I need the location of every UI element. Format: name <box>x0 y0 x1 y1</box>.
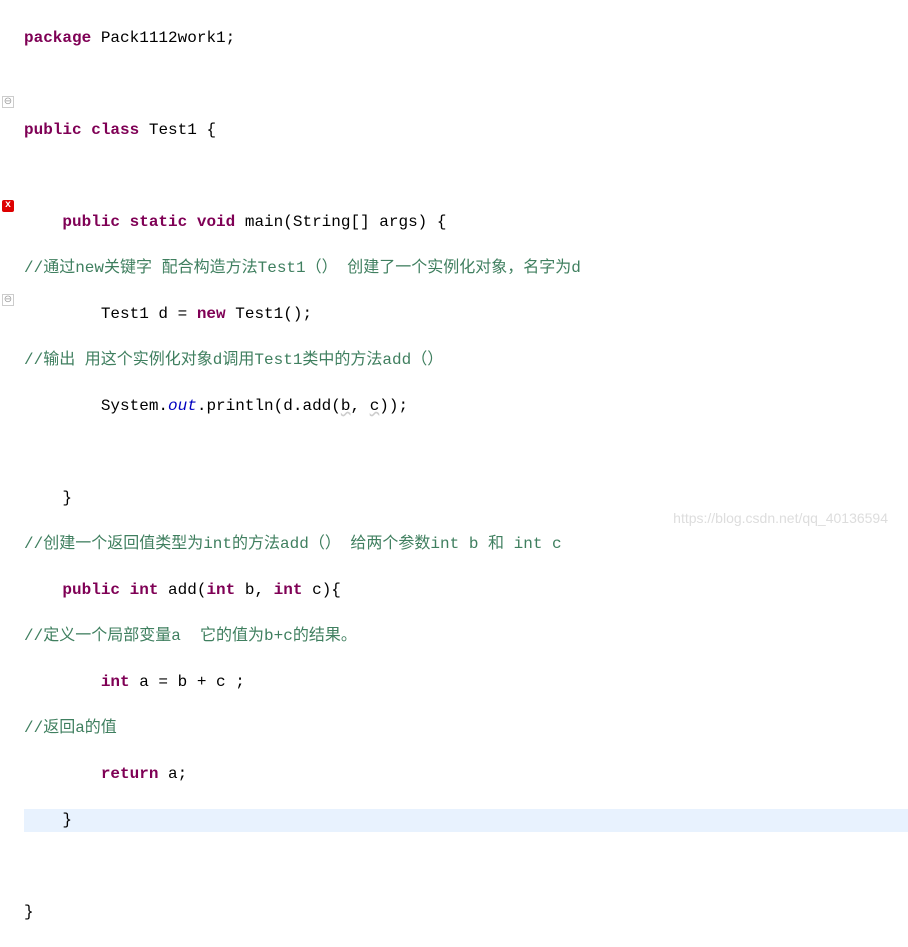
code-line: //创建一个返回值类型为int的方法add（） 给两个参数int b 和 int… <box>24 533 908 556</box>
code-text <box>120 213 130 231</box>
keyword-int: int <box>130 581 159 599</box>
code-line: } <box>24 487 908 510</box>
code-line: int a = b + c ; <box>24 671 908 694</box>
comment-text: //创建一个返回值类型为int的方法add（） 给两个参数int b 和 int… <box>24 535 562 553</box>
keyword-int: int <box>274 581 303 599</box>
code-line <box>24 855 908 878</box>
collapse-marker-icon[interactable]: ⊖ <box>2 294 14 306</box>
comment-text: //输出 用这个实例化对象d调用Test1类中的方法add（） <box>24 351 443 369</box>
code-text <box>24 213 62 231</box>
code-line <box>24 441 908 464</box>
code-line: return a; <box>24 763 908 786</box>
comment-text: //返回a的值 <box>24 719 117 737</box>
code-text: main(String[] args) { <box>235 213 446 231</box>
code-text: Test1 d = <box>24 305 197 323</box>
code-text: )); <box>379 397 408 415</box>
code-text: Test1(); <box>226 305 312 323</box>
code-line: public int add(int b, int c){ <box>24 579 908 602</box>
keyword-int: int <box>101 673 130 691</box>
code-text: a = b + c ; <box>130 673 245 691</box>
keyword-void: void <box>197 213 235 231</box>
code-line-current: } <box>24 809 908 832</box>
code-text: , <box>350 397 369 415</box>
code-text <box>24 673 101 691</box>
code-text <box>24 581 62 599</box>
code-line: //返回a的值 <box>24 717 908 740</box>
keyword-class: class <box>91 121 139 139</box>
code-line: public static void main(String[] args) { <box>24 211 908 234</box>
code-text: c){ <box>302 581 340 599</box>
code-text: System. <box>24 397 168 415</box>
comment-text: //定义一个局部变量a 它的值为b+c的结果。 <box>24 627 357 645</box>
code-text: } <box>24 903 34 921</box>
code-text <box>24 765 101 783</box>
code-line <box>24 73 908 96</box>
code-line: //通过new关键字 配合构造方法Test1（） 创建了一个实例化对象，名字为d <box>24 257 908 280</box>
param-c: c <box>370 397 380 415</box>
code-text: .println(d.add( <box>197 397 341 415</box>
keyword-return: return <box>101 765 159 783</box>
keyword-package: package <box>24 29 91 47</box>
keyword-int: int <box>206 581 235 599</box>
error-marker-icon[interactable]: x <box>2 200 14 212</box>
code-text: } <box>24 811 72 829</box>
keyword-public: public <box>62 213 120 231</box>
code-text: b, <box>235 581 273 599</box>
code-text: a; <box>158 765 187 783</box>
code-line: public class Test1 { <box>24 119 908 142</box>
code-line: } <box>24 901 908 924</box>
code-text: } <box>24 489 72 507</box>
code-text <box>120 581 130 599</box>
code-text <box>187 213 197 231</box>
keyword-new: new <box>197 305 226 323</box>
keyword-static: static <box>130 213 188 231</box>
code-text: Test1 { <box>139 121 216 139</box>
static-field-out: out <box>168 397 197 415</box>
code-line: //定义一个局部变量a 它的值为b+c的结果。 <box>24 625 908 648</box>
watermark-text: https://blog.csdn.net/qq_40136594 <box>673 510 888 526</box>
code-line: Test1 d = new Test1(); <box>24 303 908 326</box>
comment-text: //通过new关键字 配合构造方法Test1（） 创建了一个实例化对象，名字为d <box>24 259 581 277</box>
collapse-marker-icon[interactable]: ⊖ <box>2 96 14 108</box>
code-text: add( <box>158 581 206 599</box>
code-line: package Pack1112work1; <box>24 27 908 50</box>
code-text: Pack1112work1; <box>91 29 235 47</box>
code-line <box>24 165 908 188</box>
code-text <box>82 121 92 139</box>
code-editor[interactable]: package Pack1112work1; public class Test… <box>0 0 908 947</box>
code-line: //输出 用这个实例化对象d调用Test1类中的方法add（） <box>24 349 908 372</box>
keyword-public: public <box>62 581 120 599</box>
editor-gutter: ⊖ x ⊖ <box>0 0 20 534</box>
keyword-public: public <box>24 121 82 139</box>
code-line: System.out.println(d.add(b, c)); <box>24 395 908 418</box>
